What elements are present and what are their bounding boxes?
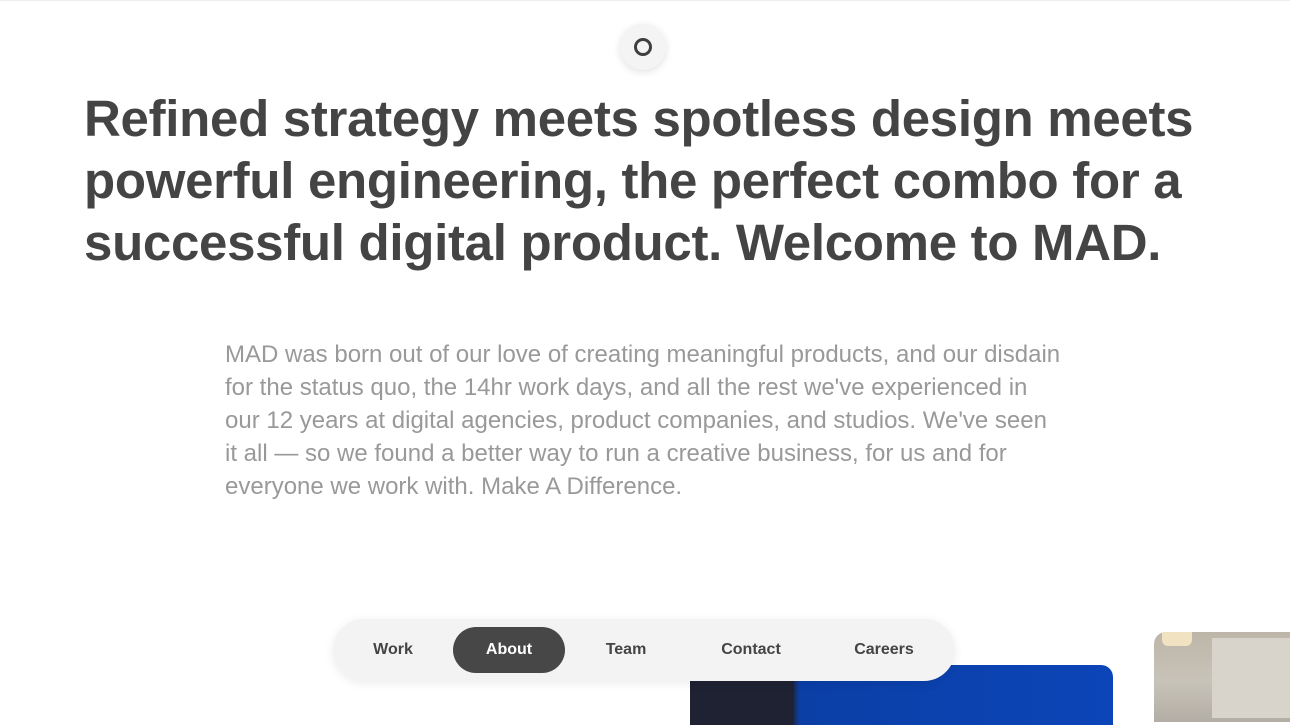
ceiling-light-image (1162, 632, 1192, 646)
intro-paragraph: MAD was born out of our love of creating… (225, 341, 1061, 500)
bottom-nav: Work About Team Contact Careers (333, 619, 955, 681)
page-headline: Refined strategy meets spotless design m… (84, 90, 1194, 271)
logo-button[interactable] (620, 24, 666, 70)
top-divider (0, 0, 1290, 1)
nav-item-work[interactable]: Work (353, 627, 433, 673)
nav-item-team[interactable]: Team (585, 627, 667, 673)
project-card-photo[interactable] (1154, 632, 1290, 722)
nav-item-about[interactable]: About (453, 627, 565, 673)
wall-image (1212, 638, 1290, 718)
nav-item-contact[interactable]: Contact (705, 627, 797, 673)
nav-item-careers[interactable]: Careers (839, 627, 929, 673)
circle-logo-icon (634, 38, 652, 56)
